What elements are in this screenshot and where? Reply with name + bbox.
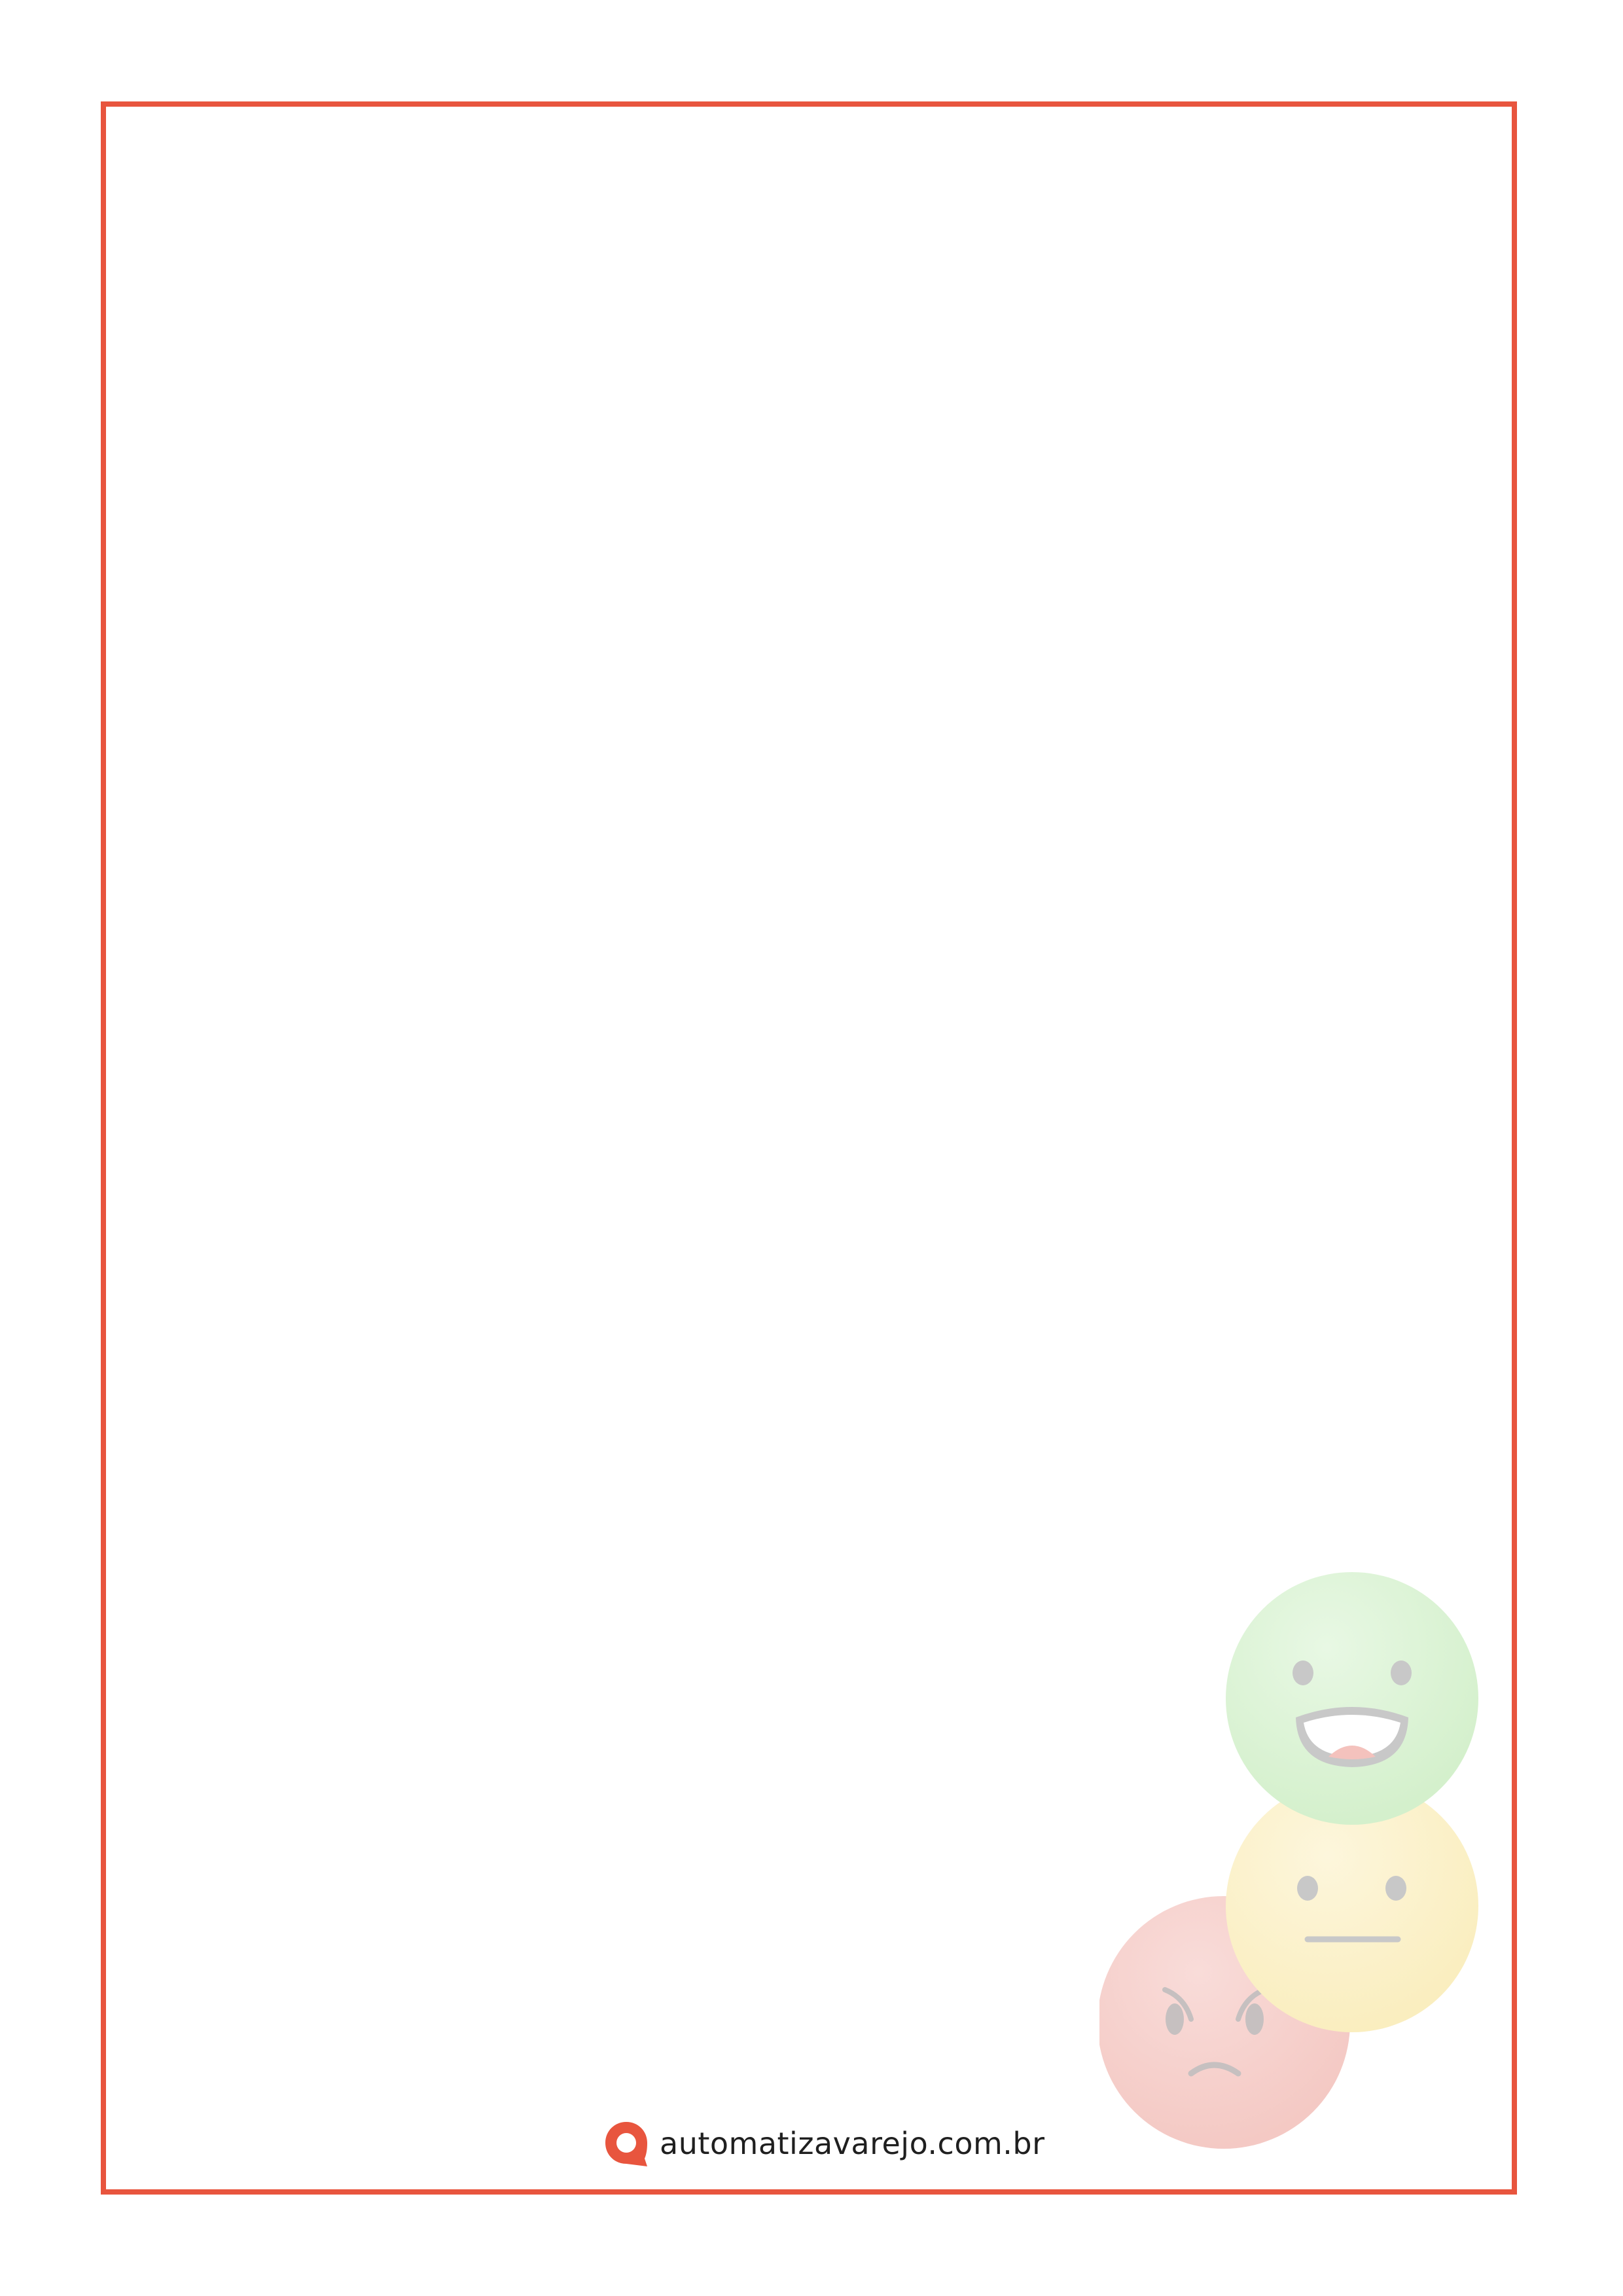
brand-logo-icon xyxy=(605,2122,647,2166)
happy-face-icon xyxy=(1226,1572,1478,1825)
footer-brand: automatizavarejo.com.br xyxy=(602,2114,1045,2173)
site-url-text[interactable]: automatizavarejo.com.br xyxy=(660,2126,1045,2161)
emoji-group-svg xyxy=(1099,1572,1478,2149)
emoji-illustration xyxy=(1099,1571,1492,2173)
